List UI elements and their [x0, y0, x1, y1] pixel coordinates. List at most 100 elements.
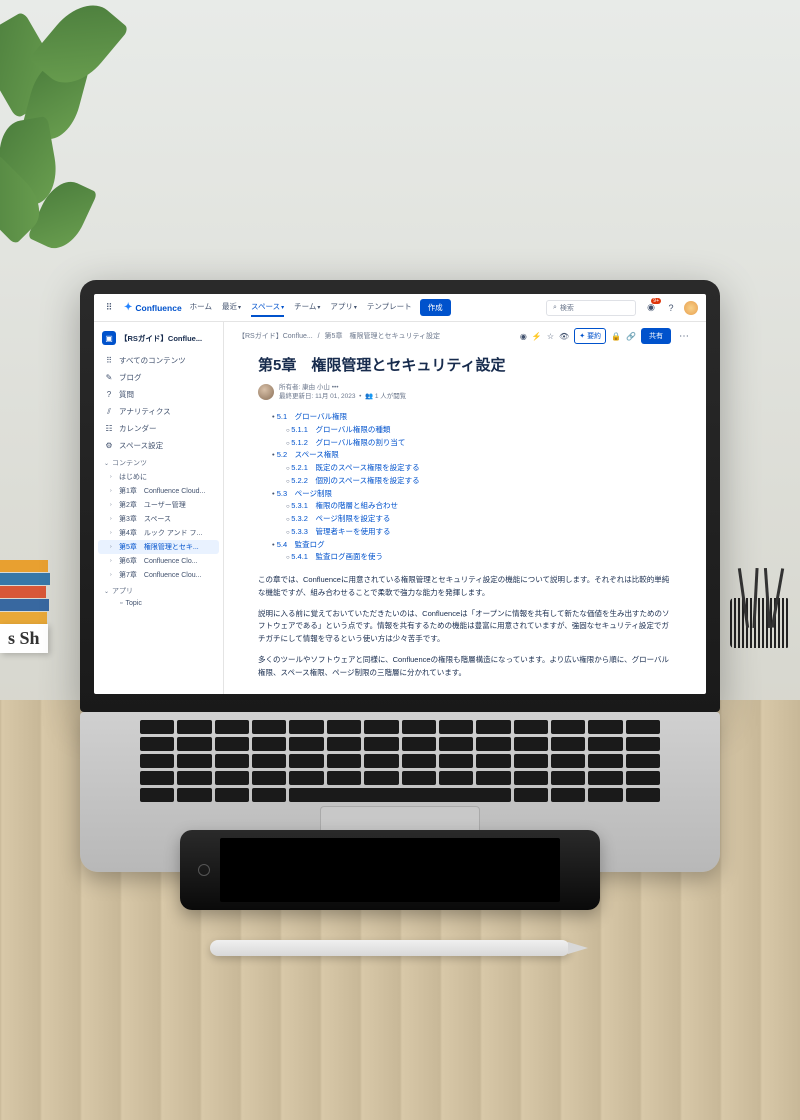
breadcrumb-space[interactable]: 【RSガイド】Conflue... — [238, 333, 313, 340]
nav-apps[interactable]: アプリ▾ — [330, 298, 357, 317]
toc-link[interactable]: 5.3.2 ページ制限を設定する — [291, 514, 390, 523]
search-icon: ⌕ — [553, 304, 557, 312]
sidebar-nav-icon: ☷ — [104, 424, 114, 433]
body-paragraph: 説明に入る前に覚えておいていただきたいのは、Confluenceは「オープンに情… — [258, 608, 672, 646]
toc-link[interactable]: 5.4 監査ログ — [277, 540, 325, 549]
nav-spaces[interactable]: スペース▾ — [251, 298, 284, 317]
toc-link[interactable]: 5.1.1 グローバル権限の種類 — [291, 425, 390, 434]
page-tree-item[interactable]: ›第6章 Confluence Clo... — [98, 554, 219, 568]
sidebar-app-item[interactable]: ▫Topic — [98, 598, 219, 609]
body-paragraph: 多くのツールやソフトウェアと同様に、Confluenceの権限も階層構造になって… — [258, 654, 672, 680]
space-header[interactable]: ▣ 【RSガイド】Conflue... — [98, 328, 219, 348]
sidebar-nav-label: スペース設定 — [119, 440, 163, 451]
decor-pen-holder — [730, 568, 790, 648]
breadcrumb-page[interactable]: 第5章 権限管理とセキュリティ設定 — [325, 333, 440, 340]
profile-avatar[interactable] — [684, 301, 698, 315]
chevron-right-icon: › — [110, 544, 116, 550]
share-button[interactable]: 共有 — [641, 328, 671, 344]
sidebar-nav-item[interactable]: ? 質問 — [98, 386, 219, 403]
help-icon[interactable]: ? — [664, 301, 678, 315]
decor-stylus — [210, 940, 570, 956]
sparkle-icon: ✦ — [579, 332, 585, 340]
search-input[interactable]: ⌕ 検索 — [546, 300, 636, 316]
sidebar-nav-item[interactable]: ☷ カレンダー — [98, 420, 219, 437]
nav-templates[interactable]: テンプレート — [367, 298, 412, 317]
lock-icon[interactable]: 🔒 — [611, 332, 621, 341]
presence-icon[interactable]: ◉ — [520, 332, 527, 341]
product-logo[interactable]: ✦ Confluence — [124, 302, 182, 313]
owner-name[interactable]: 康由 小山 — [302, 384, 330, 391]
page-byline: 所有者: 康由 小山 ••• 最終更新日: 11月 01, 2023 • 👥 1… — [258, 383, 672, 401]
page-tree-item[interactable]: ›はじめに — [98, 470, 219, 484]
sidebar-nav-item[interactable]: ✎ブログ — [98, 369, 219, 386]
sidebar-nav-icon: ? — [104, 390, 114, 399]
toc-link[interactable]: 5.2.1 既定のスペース権限を設定する — [291, 463, 419, 472]
byline-more-icon[interactable]: ••• — [332, 384, 339, 391]
sidebar-nav-item[interactable]: ⫽ アナリティクス — [98, 403, 219, 420]
sidebar-nav-icon: ⠿ — [104, 356, 114, 365]
chevron-right-icon: › — [110, 530, 116, 536]
sidebar-section-apps[interactable]: ⌄アプリ — [98, 582, 219, 598]
link-icon[interactable]: 🔗 — [626, 332, 636, 341]
toc-link[interactable]: 5.3.1 権限の階層と組み合わせ — [291, 501, 398, 510]
page-tree-item[interactable]: ›第2章 ユーザー管理 — [98, 498, 219, 512]
more-actions-button[interactable]: ⋯ — [676, 331, 692, 342]
page-tree-item[interactable]: ›第1章 Confluence Cloud... — [98, 484, 219, 498]
sidebar-nav-icon: ⚙ — [104, 441, 114, 450]
sidebar-nav-label: アナリティクス — [119, 406, 171, 417]
bolt-icon[interactable]: ⚡ — [532, 332, 542, 341]
nav-home[interactable]: ホーム — [190, 298, 212, 317]
toc-link[interactable]: 5.3 ページ制限 — [277, 489, 332, 498]
nav-teams[interactable]: チーム▾ — [294, 298, 320, 317]
table-of-contents: 5.1 グローバル権限 5.1.1 グローバル権限の種類 5.1.2 グローバル権限… — [258, 411, 672, 564]
sidebar-nav-label: カレンダー — [119, 423, 157, 434]
create-button[interactable]: 作成 — [420, 299, 451, 316]
page-tree-label: 第4章 ルック アンド フ... — [119, 528, 202, 538]
decor-tablet — [180, 830, 600, 910]
laptop: ⠿ ✦ Confluence ホーム 最近▾ スペース▾ チーム▾ アプリ▾ テ… — [80, 280, 720, 872]
confluence-icon: ✦ — [124, 302, 132, 313]
sidebar-nav-label: 質問 — [119, 389, 134, 400]
page-tree-label: 第5章 権限管理とセキ... — [119, 542, 199, 552]
toc-link[interactable]: 5.1.2 グローバル権限の割り当て — [291, 438, 405, 447]
toc-link[interactable]: 5.2.2 個別のスペース権限を設定する — [291, 476, 419, 485]
sidebar-section-content[interactable]: ⌄コンテンツ — [98, 454, 219, 470]
chevron-right-icon: › — [110, 572, 116, 578]
body-paragraph: この章では、Confluenceに用意されている権限管理とセキュリティ設定の機能… — [258, 574, 672, 600]
content-area: 【RSガイド】Conflue... / 第5章 権限管理とセキュリティ設定 ◉ … — [224, 322, 706, 694]
page-tree-item[interactable]: ›第4章 ルック アンド フ... — [98, 526, 219, 540]
sidebar-nav-icon: ⫽ — [104, 407, 114, 417]
space-icon: ▣ — [102, 331, 116, 345]
chevron-right-icon: › — [110, 558, 116, 564]
sidebar-nav-item[interactable]: ⠿ すべてのコンテンツ — [98, 352, 219, 369]
page-tree-label: 第2章 ユーザー管理 — [119, 500, 186, 510]
sidebar-nav-label: ブログ — [119, 372, 142, 383]
ai-summary-button[interactable]: ✦要約 — [574, 328, 606, 344]
star-icon[interactable]: ☆ — [547, 332, 554, 341]
chevron-right-icon: › — [110, 488, 116, 494]
decor-books: s Sh — [0, 560, 50, 625]
page-tree-item[interactable]: ›第3章 スペース — [98, 512, 219, 526]
notifications-icon[interactable]: ◉ — [644, 301, 658, 315]
page-tree-label: 第3章 スペース — [119, 514, 171, 524]
toc-link[interactable]: 5.2 スペース権限 — [277, 450, 339, 459]
page-tree-label: 第6章 Confluence Clo... — [119, 556, 198, 566]
page-tree-item[interactable]: ›第5章 権限管理とセキ... — [98, 540, 219, 554]
toc-link[interactable]: 5.3.3 管理者キーを使用する — [291, 527, 390, 536]
page-tree-item[interactable]: ›第7章 Confluence Clou... — [98, 568, 219, 582]
watch-icon[interactable]: 👁 — [559, 332, 569, 341]
toc-link[interactable]: 5.1 グローバル権限 — [277, 412, 347, 421]
breadcrumb: 【RSガイド】Conflue... / 第5章 権限管理とセキュリティ設定 — [238, 331, 514, 341]
global-nav: ホーム 最近▾ スペース▾ チーム▾ アプリ▾ テンプレート — [190, 298, 412, 317]
page-tree-label: はじめに — [119, 472, 147, 482]
chevron-right-icon: › — [110, 474, 116, 480]
page-tree-label: 第1章 Confluence Cloud... — [119, 486, 205, 496]
app-switcher-icon[interactable]: ⠿ — [102, 301, 116, 315]
toc-link[interactable]: 5.4.1 監査ログ画面を使う — [291, 552, 383, 561]
author-avatar[interactable] — [258, 384, 274, 400]
nav-recent[interactable]: 最近▾ — [222, 298, 241, 317]
sidebar-nav-item[interactable]: ⚙ スペース設定 — [98, 437, 219, 454]
sidebar-nav-label: すべてのコンテンツ — [119, 355, 186, 366]
product-name: Confluence — [135, 303, 181, 313]
sidebar: ▣ 【RSガイド】Conflue... ⠿ すべてのコンテンツ ✎ブログ? 質問 ⫽ アナ… — [94, 322, 224, 694]
